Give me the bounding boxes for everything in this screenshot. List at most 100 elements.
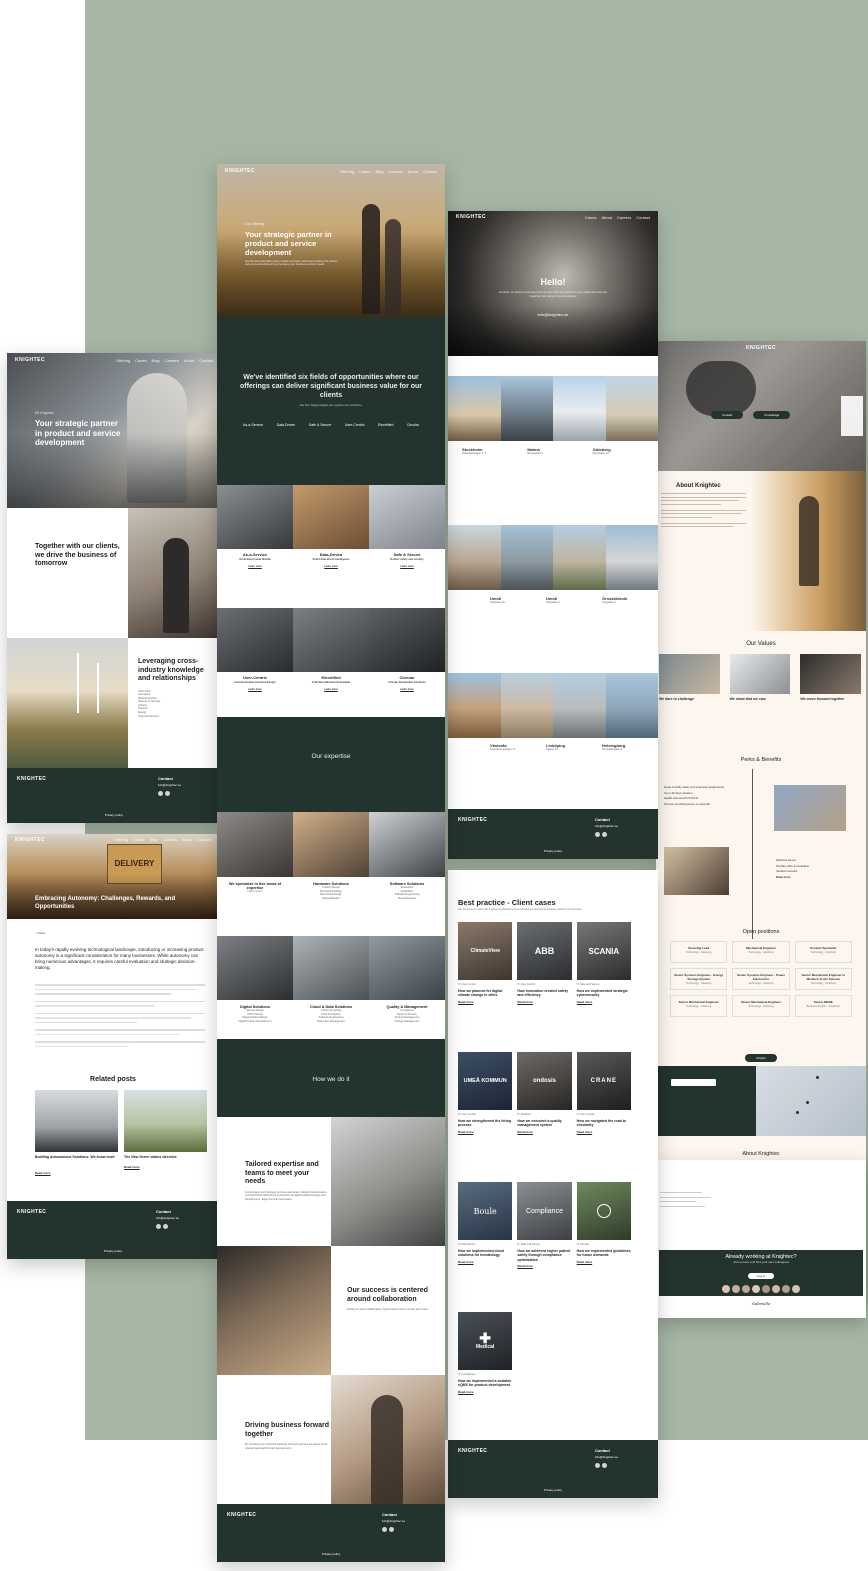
read-more-link[interactable]: Read more <box>458 1000 512 1004</box>
case-card[interactable]: CRANE IT, User Centric How we navigated … <box>576 1052 631 1172</box>
read-more-link[interactable]: Read more <box>517 1264 571 1268</box>
offering-card[interactable]: Safe & Secure Robust safety and security L… <box>369 552 445 568</box>
nav-link[interactable]: Blog <box>150 837 158 842</box>
knowledge-button[interactable]: Knowledge <box>753 411 791 419</box>
nav-link[interactable]: Cases <box>135 358 146 363</box>
privacy-link[interactable]: Privacy policy <box>7 813 221 817</box>
map-image[interactable] <box>756 1066 866 1136</box>
logo[interactable]: KNIGHTEC <box>15 837 45 843</box>
position-card[interactable]: Product Specialist Technology - Göteborg <box>794 941 852 963</box>
position-card[interactable]: Senior Mechanical Engineer Technology - G… <box>732 995 790 1017</box>
footer-logo[interactable]: KNIGHTEC <box>458 1448 648 1454</box>
linkedin-icon[interactable] <box>594 1463 600 1468</box>
linkedin-icon[interactable] <box>594 832 600 837</box>
learn-more-link[interactable]: Learn more <box>297 565 365 568</box>
nav-link[interactable]: Contact <box>197 837 211 842</box>
instagram-icon[interactable] <box>162 1224 168 1229</box>
read-more-link[interactable]: Read more <box>35 1171 118 1175</box>
read-more-link[interactable]: Read more <box>458 1390 512 1394</box>
learn-more-link[interactable]: Learn more <box>373 565 441 568</box>
all-jobs-button[interactable]: All jobs <box>745 1054 777 1062</box>
offering-card[interactable]: User-Centric Genuine Human-Centered Desig… <box>217 675 293 691</box>
instagram-icon[interactable] <box>601 832 607 837</box>
privacy-link[interactable]: Privacy policy <box>217 1552 445 1556</box>
read-more-link[interactable]: Read more <box>124 1165 207 1169</box>
offering-card[interactable]: As-a-Service On-demand made flexible Learn… <box>217 552 293 568</box>
learn-more-link[interactable]: Learn more <box>297 688 365 691</box>
read-more-link[interactable]: Read more <box>517 1000 571 1004</box>
footer-logo[interactable]: KNIGHTEC <box>458 817 648 823</box>
nav-link[interactable]: About <box>602 215 612 220</box>
learn-more-link[interactable]: Learn more <box>373 688 441 691</box>
case-card[interactable]: Boule IT, Data-Driven How we implemented… <box>458 1182 513 1302</box>
offering-card[interactable]: Electrified Total Electrification Renewab… <box>293 675 369 691</box>
contact-email[interactable]: info@knightec.se <box>595 1455 618 1459</box>
footer-logo[interactable]: KNIGHTEC <box>17 1209 209 1215</box>
logo[interactable]: KNIGHTEC <box>15 357 45 363</box>
nav-link[interactable]: About <box>182 837 192 842</box>
linkedin-icon[interactable] <box>155 1224 161 1229</box>
contact-email[interactable]: info@knightec.se <box>382 1519 405 1523</box>
contact-email[interactable]: info@knightec.se <box>595 824 618 828</box>
related-post[interactable]: Building Autonomous Solutions: We know h… <box>35 1090 118 1175</box>
case-card[interactable]: UMEÅ KOMMUN IT, User Centric How we stre… <box>458 1052 513 1172</box>
read-more-link[interactable]: Read more <box>577 1000 631 1004</box>
nav-link[interactable]: Careers <box>163 837 177 842</box>
nav-link[interactable]: Careers <box>165 358 179 363</box>
nav-link[interactable]: About <box>408 169 418 174</box>
nav-link[interactable]: Offering <box>340 169 354 174</box>
nav-link[interactable]: Careers <box>389 169 403 174</box>
case-card[interactable]: ClimateView IT, User Centric How we plan… <box>458 922 513 1042</box>
offering-card[interactable]: Data-Driven Smart data-driven intelligenc… <box>293 552 369 568</box>
position-card[interactable]: Senior Mechanical Engineer in Medtech & … <box>794 968 852 990</box>
tab-as-a-service[interactable]: As-a-Service <box>243 423 263 427</box>
instagram-icon[interactable] <box>164 791 170 796</box>
linkedin-icon[interactable] <box>157 791 163 796</box>
instagram-icon[interactable] <box>388 1527 394 1532</box>
nav-link[interactable]: Blog <box>152 358 160 363</box>
position-card[interactable]: Mechanical Engineer Technology - Göteborg <box>732 941 790 963</box>
tab-data-driven[interactable]: Data-Driven <box>277 423 296 427</box>
read-more-link[interactable]: Read more <box>458 1260 512 1264</box>
privacy-link[interactable]: Privacy policy <box>448 849 658 853</box>
perk-read-more[interactable]: Read more <box>776 875 851 881</box>
nav-link[interactable]: Careers <box>617 215 631 220</box>
tab-electrified[interactable]: Electrified <box>378 423 393 427</box>
case-card[interactable]: SCANIA IT, Safe and Secure How we implem… <box>576 922 631 1042</box>
position-card[interactable]: Senior Mechanical Engineer Technology - G… <box>670 995 728 1017</box>
privacy-link[interactable]: Privacy policy <box>448 1488 658 1492</box>
case-card[interactable]: ABB IT, User Centric How innovation crea… <box>517 922 572 1042</box>
position-card[interactable]: Senior Systems Engineer - Energy Storage… <box>670 968 728 990</box>
learn-more-link[interactable]: Learn more <box>221 688 289 691</box>
back-link[interactable]: < News <box>35 931 45 935</box>
nav-link[interactable]: Contact <box>199 358 213 363</box>
footer-logo[interactable]: KNIGHTEC <box>17 776 211 782</box>
instagram-icon[interactable] <box>601 1463 607 1468</box>
logo[interactable]: KNIGHTEC <box>456 214 486 220</box>
contact-email[interactable]: info@knightec.se <box>156 1216 179 1220</box>
login-button[interactable]: Log in <box>747 1273 775 1279</box>
contact-button[interactable]: Contact <box>711 411 744 419</box>
contact-email[interactable]: info@knightec.se <box>448 312 658 317</box>
case-card[interactable]: Compliance IT, Safe and Secure How we ac… <box>517 1182 572 1302</box>
position-card[interactable]: Senior Systems Engineer - Power Electron… <box>732 968 790 990</box>
nav-link[interactable]: Offering <box>114 837 128 842</box>
nav-link[interactable]: About <box>184 358 194 363</box>
position-card[interactable]: Senior MBSE Business Support - Stockholm <box>794 995 852 1017</box>
tab-circular[interactable]: Circular <box>407 423 419 427</box>
case-card[interactable]: ✚ Medical IT, Compliance How we implemen… <box>458 1312 513 1432</box>
read-more-link[interactable]: Read more <box>458 1130 512 1134</box>
logo[interactable]: KNIGHTEC <box>225 168 255 174</box>
logo[interactable]: KNIGHTEC <box>746 345 776 351</box>
nav-link[interactable]: Cases <box>359 169 370 174</box>
read-more-link[interactable]: Read more <box>517 1130 571 1134</box>
learn-more-link[interactable]: Learn more <box>221 565 289 568</box>
nav-link[interactable]: Blog <box>376 169 384 174</box>
privacy-link[interactable]: Privacy policy <box>7 1249 219 1253</box>
nav-link[interactable]: Offering <box>116 358 130 363</box>
case-card[interactable]: IT, Circular How we implemented guidelin… <box>576 1182 631 1302</box>
related-post[interactable]: The New Green claims directive Read more <box>124 1090 207 1169</box>
nav-link[interactable]: Cases <box>133 837 144 842</box>
nav-link[interactable]: Contact <box>423 169 437 174</box>
read-more-link[interactable]: Read more <box>577 1130 631 1134</box>
